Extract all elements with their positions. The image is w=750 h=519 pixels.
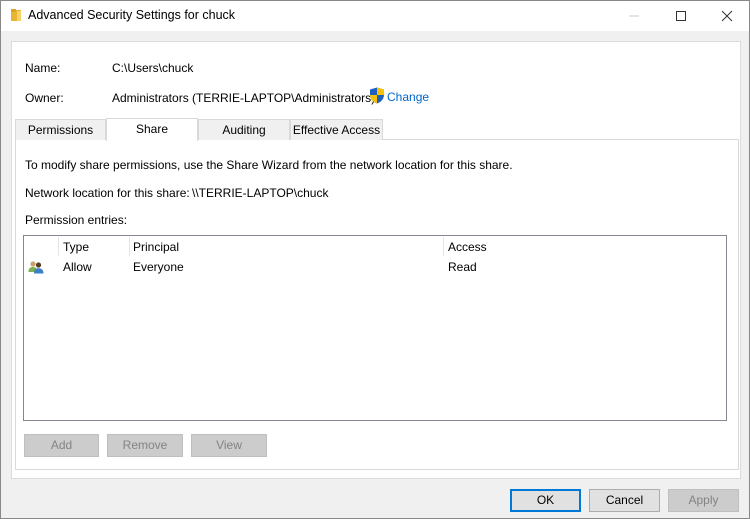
tab-permissions[interactable]: Permissions — [15, 119, 106, 140]
maximize-button[interactable] — [658, 1, 704, 31]
tab-share[interactable]: Share — [106, 118, 198, 141]
minimize-button[interactable] — [611, 1, 657, 31]
apply-button[interactable]: Apply — [668, 489, 739, 512]
row-principal: Everyone — [133, 260, 184, 274]
network-location-value: \\TERRIE-LAPTOP\chuck — [192, 186, 329, 200]
minimize-icon — [629, 15, 639, 17]
table-row[interactable] — [25, 257, 725, 277]
tab-auditing[interactable]: Auditing — [198, 119, 290, 140]
maximize-icon — [676, 11, 686, 21]
share-info-text: To modify share permissions, use the Sha… — [25, 158, 513, 172]
name-value: C:\Users\chuck — [112, 61, 194, 75]
remove-button[interactable]: Remove — [107, 434, 183, 457]
close-button[interactable] — [704, 1, 750, 31]
row-access: Read — [448, 260, 477, 274]
add-button[interactable]: Add — [24, 434, 99, 457]
permission-entries-label: Permission entries: — [25, 213, 128, 227]
owner-label: Owner: — [25, 91, 64, 105]
column-header-type[interactable]: Type — [63, 240, 89, 254]
column-separator[interactable] — [129, 237, 130, 256]
permission-entries-list[interactable]: Type Principal Access Allow Everyone Rea… — [23, 235, 727, 421]
column-header-access[interactable]: Access — [448, 240, 487, 254]
view-button[interactable]: View — [191, 434, 267, 457]
window-title: Advanced Security Settings for chuck — [28, 8, 236, 22]
name-label: Name: — [25, 61, 61, 75]
advanced-security-settings-window: Advanced Security Settings for chuck Nam… — [0, 0, 750, 519]
row-type: Allow — [63, 260, 92, 274]
change-owner-link[interactable]: Change — [387, 90, 429, 104]
uac-shield-icon — [370, 87, 384, 104]
column-separator[interactable] — [443, 237, 444, 256]
cancel-button[interactable]: Cancel — [589, 489, 660, 512]
owner-value: Administrators (TERRIE-LAPTOP\Administra… — [112, 91, 376, 105]
network-location-label: Network location for this share: — [25, 186, 190, 200]
close-icon — [721, 10, 733, 22]
title-bar[interactable]: Advanced Security Settings for chuck — [1, 1, 749, 31]
column-separator[interactable] — [58, 237, 59, 256]
tab-effective-access[interactable]: Effective Access — [290, 119, 383, 140]
column-header-principal[interactable]: Principal — [133, 240, 179, 254]
ok-button[interactable]: OK — [510, 489, 581, 512]
folder-icon — [11, 9, 21, 21]
user-group-icon — [28, 261, 44, 274]
